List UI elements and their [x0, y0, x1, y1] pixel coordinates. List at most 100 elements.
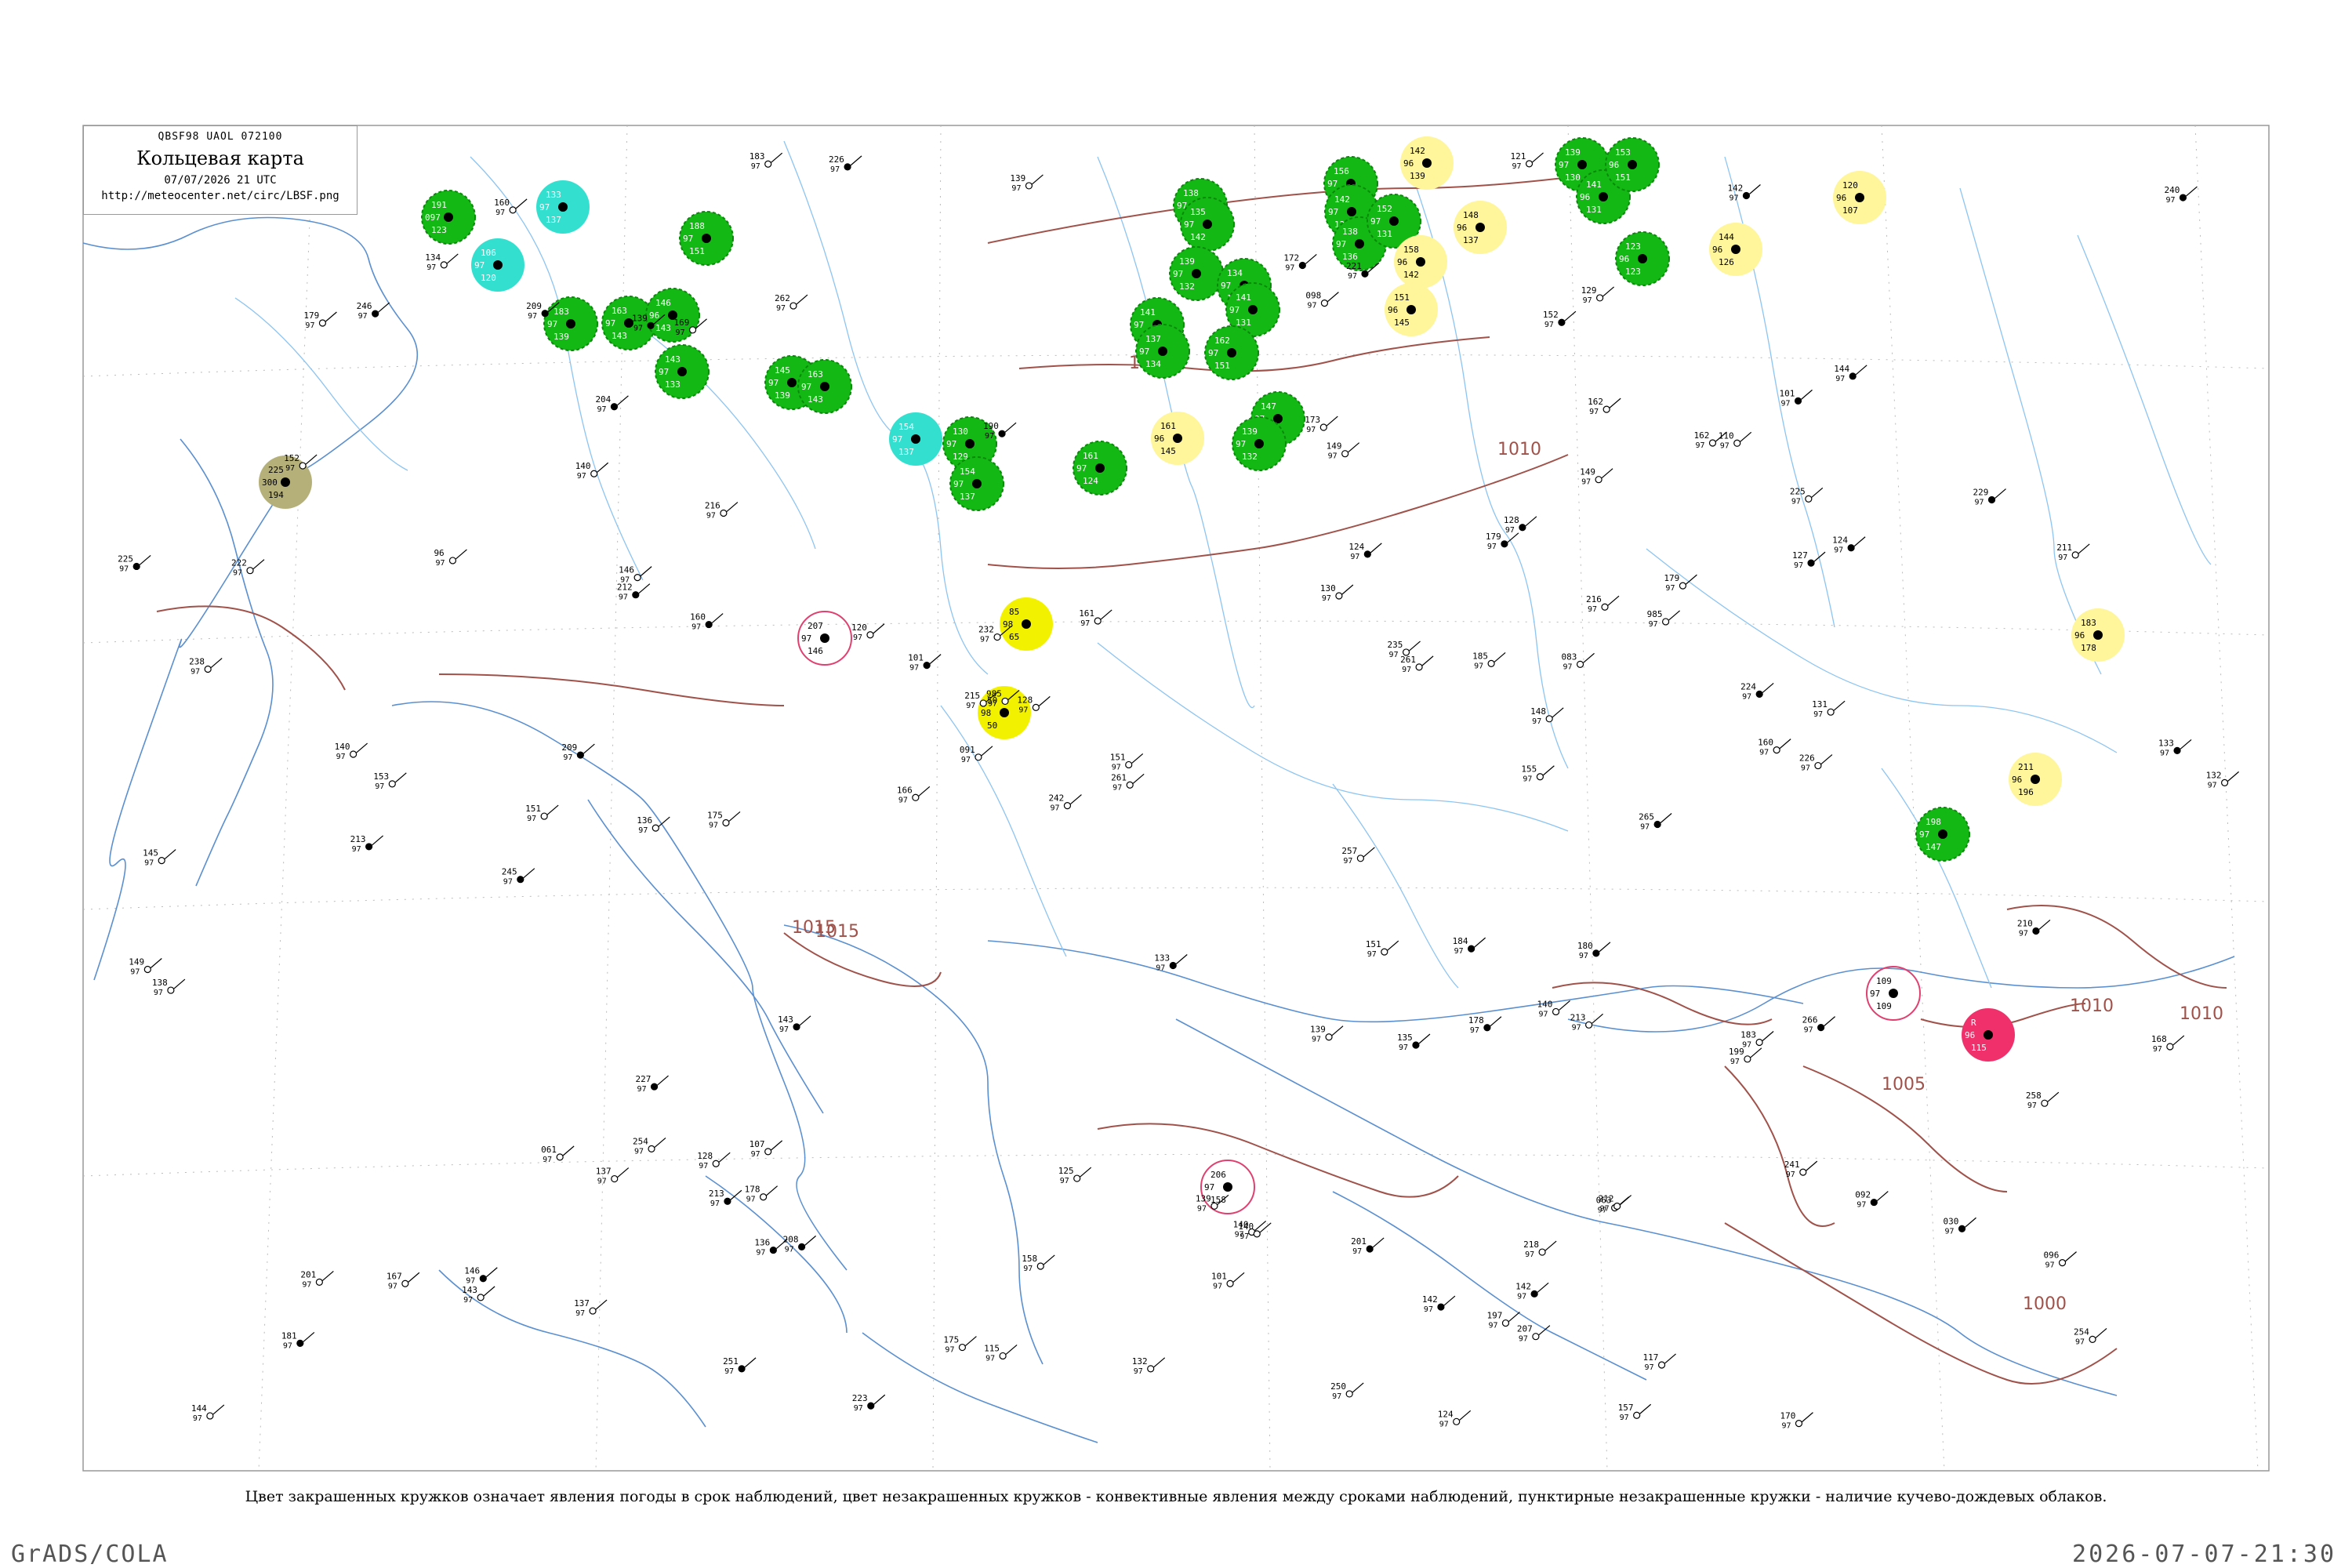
station-pressure: 97	[336, 753, 346, 761]
station-pressure: 97	[1834, 546, 1843, 555]
station-value: 127	[1792, 550, 1808, 561]
station-circle: 153 96 151	[1605, 137, 1660, 192]
station-circle: 123 96 123	[1615, 231, 1670, 286]
station-model: 25797	[1341, 846, 1375, 866]
station-dot	[1855, 193, 1864, 202]
station-value: 151	[525, 804, 541, 814]
station-model: 24097	[2164, 185, 2198, 205]
station-value: 261	[1111, 772, 1127, 782]
station-temp: 144	[1719, 232, 1734, 242]
station-model: 16197	[1079, 608, 1112, 628]
station-value: 124	[1832, 535, 1848, 546]
station-model: 15197	[525, 804, 559, 823]
station-dot	[2031, 775, 2040, 784]
station-temp: 145	[775, 365, 790, 376]
station-model: 18097	[1577, 941, 1611, 960]
station-value: 213	[1570, 1012, 1586, 1022]
station-model: 16297	[1588, 397, 1621, 416]
station-dew: 134	[1145, 359, 1161, 369]
station-pressure: 97	[676, 328, 685, 337]
station-dot	[1000, 708, 1009, 717]
station-model: 06197	[541, 1145, 575, 1164]
station-value: 172	[1283, 252, 1299, 263]
station-value: 142	[1515, 1281, 1531, 1291]
station-model: 15897	[1022, 1254, 1055, 1273]
station-dot	[787, 378, 797, 387]
station-pressure: 97	[985, 1354, 995, 1363]
station-circle: 20697158	[1200, 1160, 1255, 1214]
station-value: 178	[745, 1185, 760, 1195]
station-model: 09897	[1305, 291, 1339, 310]
station-model: 16697	[897, 785, 931, 804]
station-value: 245	[502, 867, 517, 877]
station-dew: 151	[1214, 361, 1230, 371]
station-pressure: 97	[193, 1414, 202, 1423]
station-pres: 96	[1397, 257, 1407, 267]
station-dew: 139	[775, 390, 790, 401]
station-value: 218	[1523, 1240, 1539, 1250]
station-circle: 188 97 151	[679, 211, 734, 266]
station-pressure: 97	[1350, 553, 1359, 561]
station-pressure: 97	[1791, 497, 1801, 506]
station-value: 138	[152, 978, 168, 988]
station-pres: 97	[1139, 347, 1149, 357]
station-dew: 65	[1009, 632, 1019, 642]
station-circle: 211 96 196	[2009, 753, 2062, 806]
station-model: 21897	[1523, 1240, 1557, 1259]
station-value: 091	[960, 745, 975, 755]
station-dot	[493, 260, 503, 270]
map-caption: Цвет закрашенных кружков означает явлени…	[245, 1488, 2107, 1505]
station-pressure: 97	[691, 623, 701, 632]
station-model: 15397	[373, 771, 407, 791]
station-value: 146	[464, 1266, 480, 1276]
station-value: 132	[2206, 770, 2222, 780]
station-model: 21197	[2056, 543, 2090, 562]
station-model: 17397	[1305, 415, 1338, 434]
station-value: 167	[387, 1271, 402, 1281]
station-value: 204	[595, 394, 611, 405]
station-pressure: 97	[597, 1178, 607, 1186]
station-value: 139	[632, 313, 648, 323]
station-model: 12897	[1017, 695, 1051, 714]
station-pressure: 97	[709, 821, 718, 829]
station-value: 160	[494, 198, 510, 208]
station-temp: 139	[1179, 256, 1195, 267]
station-pressure: 97	[575, 1309, 585, 1318]
station-model: 13597	[1397, 1033, 1431, 1052]
station-value: 115	[984, 1343, 1000, 1353]
station-pressure: 97	[1352, 1247, 1362, 1256]
station-model: 18497	[1453, 936, 1486, 956]
station-pres: 97	[953, 479, 964, 489]
station-value: 107	[750, 1139, 765, 1149]
station-model: 19097	[983, 421, 1017, 441]
station-temp: 141	[1236, 292, 1251, 303]
station-model: 20197	[1351, 1236, 1385, 1256]
station-dot	[1022, 619, 1031, 629]
station-pressure: 97	[191, 668, 200, 677]
station-dot	[1889, 989, 1898, 998]
station-model: 15197	[1110, 752, 1144, 771]
station-value: 179	[1486, 532, 1501, 542]
station-model: 12997	[1581, 285, 1614, 305]
station-pressure: 97	[2045, 1261, 2055, 1270]
station-model: 12097	[851, 622, 885, 642]
station-dot	[1203, 220, 1212, 229]
station-temp: 153	[1615, 147, 1631, 158]
station-temp: 130	[953, 426, 968, 437]
station-value: 124	[1348, 542, 1364, 552]
station-model: 18397	[750, 151, 783, 171]
station-pressure: 97	[2160, 749, 2169, 757]
station-dew: 131	[1236, 318, 1251, 328]
station-dew: 120	[481, 273, 496, 283]
station-model: 21397	[1570, 1012, 1603, 1032]
station-pres: 97	[1327, 179, 1338, 189]
station-dew: 139	[1410, 171, 1425, 181]
station-value: 201	[1351, 1236, 1367, 1247]
station-model: 25497	[2074, 1327, 2107, 1346]
station-circle: 158 96 142	[1394, 235, 1447, 289]
station-model: 13997	[1010, 173, 1044, 193]
station-model: 23897	[189, 657, 223, 677]
station-dot	[1628, 160, 1637, 169]
station-model: 16797	[387, 1271, 420, 1290]
station-value: 207	[1517, 1324, 1533, 1334]
